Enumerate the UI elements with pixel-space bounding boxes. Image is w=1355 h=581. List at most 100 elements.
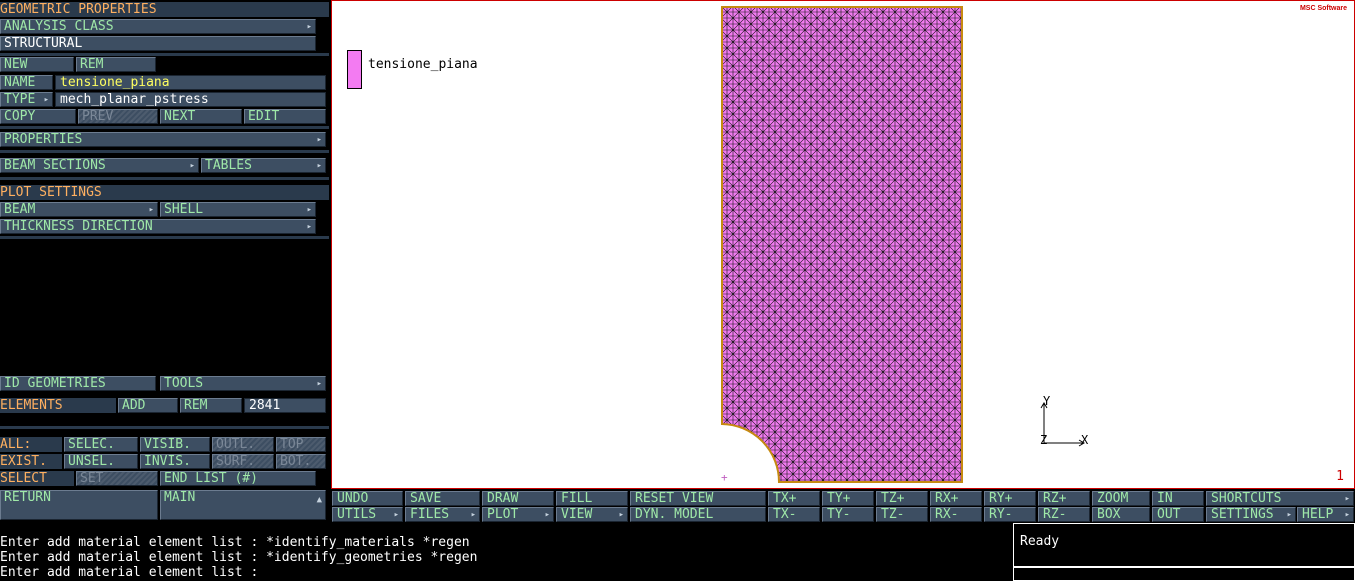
shortcuts-button[interactable]: SHORTCUTS ▸ [1206,491,1354,506]
beam-label: BEAM [4,202,36,217]
separator [0,126,329,129]
menu-arrow-icon: ▸ [189,161,195,171]
invisible-button[interactable]: INVIS. [140,454,210,469]
type-button[interactable]: TYPE ▸ [0,92,53,107]
menu-arrow-icon: ▸ [393,510,399,520]
settings-button[interactable]: SETTINGS ▸ [1206,507,1296,522]
menu-arrow-icon: ▸ [316,379,322,389]
save-button[interactable]: SAVE [405,491,480,506]
rem-elements-button[interactable]: REM [180,398,242,413]
copy-button[interactable]: COPY [0,109,76,124]
elements-label: ELEMENTS [0,398,116,413]
type-label: TYPE [4,92,36,107]
status-secondary-panel [1013,567,1355,581]
surface-button[interactable]: SURF. [212,454,274,469]
ty-plus-button[interactable]: TY+ [822,491,874,506]
tz-plus-button[interactable]: TZ+ [876,491,928,506]
all-outline-button[interactable]: OUTL. [212,437,274,452]
rx-minus-button[interactable]: RX- [930,507,982,522]
tx-minus-button[interactable]: TX- [768,507,820,522]
beam-button[interactable]: BEAM ▸ [0,202,158,217]
menu-arrow-icon: ▸ [43,95,49,105]
rz-plus-button[interactable]: RZ+ [1038,491,1090,506]
utils-button[interactable]: UTILS ▸ [332,507,403,522]
separator [0,53,329,56]
console-input-line[interactable]: Enter add material element list : [0,565,1012,580]
draw-button[interactable]: DRAW [482,491,554,506]
ty-minus-button[interactable]: TY- [822,507,874,522]
files-button[interactable]: FILES ▸ [405,507,480,522]
zoom-out-button[interactable]: OUT [1152,507,1204,522]
tables-button[interactable]: TABLES ▸ [201,158,326,173]
thickness-direction-button[interactable]: THICKNESS DIRECTION ▸ [0,219,316,234]
bottom-toolbar: UNDO SAVE DRAW FILL RESET VIEW TX+ TY+ T… [331,490,1355,522]
bottom-button[interactable]: BOT. [276,454,326,469]
name-button[interactable]: NAME [0,75,53,90]
legend-swatch [347,50,362,89]
utils-label: UTILS [337,507,377,522]
status-text: Ready [1020,534,1060,549]
analysis-class-value[interactable]: STRUCTURAL [0,36,316,51]
ry-plus-button[interactable]: RY+ [984,491,1036,506]
thickness-direction-label: THICKNESS DIRECTION [4,219,153,234]
menu-arrow-icon: ▸ [1344,494,1350,504]
shell-button[interactable]: SHELL ▸ [160,202,316,217]
properties-button[interactable]: PROPERTIES ▸ [0,132,326,147]
properties-label: PROPERTIES [4,132,83,147]
plot-button[interactable]: PLOT ▸ [482,507,554,522]
mesh-shape[interactable] [721,6,963,483]
zoom-box-button[interactable]: BOX [1092,507,1150,522]
files-label: FILES [410,507,450,522]
legend-label: tensione_piana [368,57,478,72]
tz-minus-button[interactable]: TZ- [876,507,928,522]
all-selected-button[interactable]: SELEC. [64,437,138,452]
unselected-button[interactable]: UNSEL. [64,454,138,469]
new-button[interactable]: NEW [0,57,74,72]
tx-plus-button[interactable]: TX+ [768,491,820,506]
tools-label: TOOLS [164,376,204,391]
return-button[interactable]: RETURN [0,490,158,520]
exist-button[interactable]: EXIST. [0,454,62,469]
main-button[interactable]: MAIN ▲ [160,490,326,520]
end-list-button[interactable]: END LIST (#) [160,471,316,486]
element-count: 2841 [244,398,326,413]
reset-view-button[interactable]: RESET VIEW [630,491,766,506]
edit-button[interactable]: EDIT [244,109,326,124]
mesh-model[interactable] [721,6,966,484]
graphics-viewport[interactable]: MSC Software tensione_piana Y X Z + 1 [331,0,1355,489]
ry-minus-button[interactable]: RY- [984,507,1036,522]
all-visible-button[interactable]: VISIB. [140,437,210,452]
add-elements-button[interactable]: ADD [118,398,178,413]
shell-label: SHELL [164,202,204,217]
tools-button[interactable]: TOOLS ▸ [160,376,326,391]
select-button[interactable]: SELECT [0,471,74,486]
help-button[interactable]: HELP ▸ [1297,507,1354,522]
rz-minus-button[interactable]: RZ- [1038,507,1090,522]
rem-button[interactable]: REM [76,57,156,72]
menu-arrow-icon: ▸ [306,205,312,215]
prev-button[interactable]: PREV [78,109,158,124]
shortcuts-label: SHORTCUTS [1211,491,1282,506]
plot-label: PLOT [487,507,519,522]
next-button[interactable]: NEXT [160,109,242,124]
separator [0,150,329,153]
separator [0,177,329,180]
rx-plus-button[interactable]: RX+ [930,491,982,506]
view-label: VIEW [561,507,593,522]
undo-button[interactable]: UNDO [332,491,403,506]
fill-button[interactable]: FILL [556,491,628,506]
id-geometries-button[interactable]: ID GEOMETRIES [0,376,156,391]
zoom-button[interactable]: ZOOM [1092,491,1150,506]
command-console[interactable]: Enter add material element list : *ident… [0,523,1012,581]
all-top-button[interactable]: TOP [276,437,326,452]
help-label: HELP [1302,507,1334,522]
separator [0,426,329,429]
name-field[interactable]: tensione_piana [55,75,326,90]
view-button[interactable]: VIEW ▸ [556,507,628,522]
menu-arrow-icon: ▸ [618,510,624,520]
analysis-class-button[interactable]: ANALYSIS CLASS ▸ [0,19,316,34]
set-button[interactable]: SET [76,471,158,486]
beam-sections-button[interactable]: BEAM SECTIONS ▸ [0,158,199,173]
dyn-model-button[interactable]: DYN. MODEL [630,507,766,522]
zoom-in-button[interactable]: IN [1152,491,1204,506]
